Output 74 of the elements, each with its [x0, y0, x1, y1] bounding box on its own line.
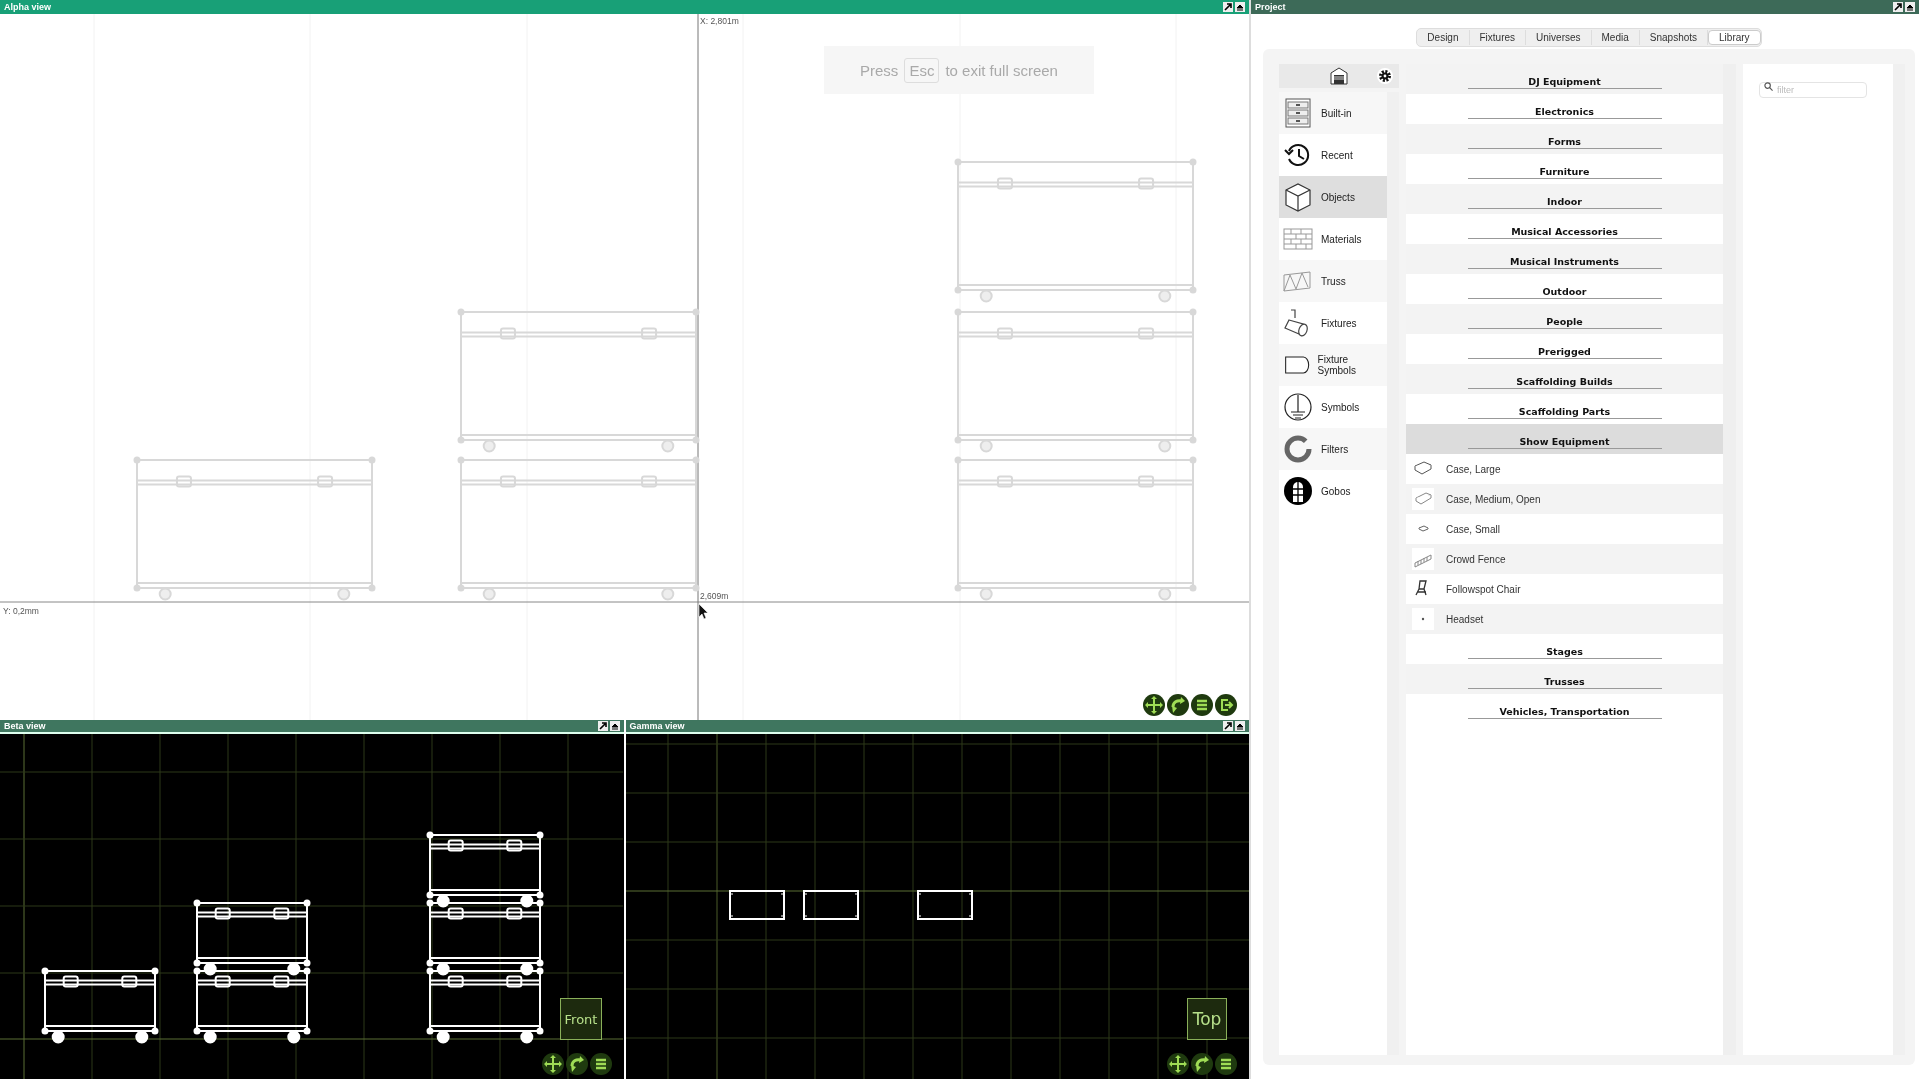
- view-label[interactable]: Top: [1187, 998, 1227, 1040]
- cabinet-icon: [1285, 98, 1311, 128]
- tab[interactable]: Media: [1591, 30, 1640, 45]
- library-group[interactable]: Show Equipment: [1406, 424, 1723, 454]
- menu-button[interactable]: [589, 1053, 612, 1075]
- case-outline-drawing: [728, 890, 785, 920]
- library-group[interactable]: Scaffolding Builds: [1406, 364, 1723, 394]
- window-gobo-icon: [1284, 477, 1312, 505]
- cursor-icon: [698, 603, 709, 620]
- undock-button[interactable]: [1223, 721, 1233, 731]
- fence-icon: [1414, 554, 1432, 568]
- maximize-button[interactable]: [609, 721, 620, 731]
- panel-title: Gamma view: [629, 721, 685, 731]
- y-coordinate-readout: Y: 0,2mm: [3, 606, 39, 616]
- category-item[interactable]: Objects: [1279, 176, 1387, 218]
- tab[interactable]: Library: [1708, 30, 1761, 45]
- esc-key: Esc: [904, 57, 940, 83]
- undock-button[interactable]: [1223, 2, 1233, 12]
- undock-button[interactable]: [597, 721, 608, 731]
- maximize-button[interactable]: [1235, 721, 1245, 731]
- category-item[interactable]: Built-in: [1279, 92, 1387, 134]
- library-group[interactable]: DJ Equipment: [1406, 64, 1723, 94]
- case-icon: [1418, 525, 1429, 532]
- exit-button[interactable]: [1215, 694, 1237, 716]
- dot-icon: [1421, 617, 1425, 621]
- rotate-button[interactable]: [1191, 1053, 1213, 1075]
- ring-icon: [1284, 435, 1312, 463]
- case-outline-drawing: [802, 890, 859, 920]
- library-group[interactable]: Forms: [1406, 124, 1723, 154]
- warehouse-icon[interactable]: [1330, 67, 1348, 85]
- maximize-button[interactable]: [1905, 2, 1915, 12]
- panel-title: Beta view: [4, 721, 46, 731]
- chair-icon: [1415, 580, 1427, 596]
- library-item[interactable]: Case, Medium, Open: [1406, 484, 1723, 514]
- library-item[interactable]: Headset: [1406, 604, 1723, 634]
- library-group[interactable]: People: [1406, 304, 1723, 334]
- hint-text: to exit full screen: [945, 61, 1058, 79]
- library-item[interactable]: Crowd Fence: [1406, 544, 1723, 574]
- category-item[interactable]: Fixture Symbols: [1279, 344, 1387, 386]
- rotate-button[interactable]: [1167, 694, 1189, 716]
- menu-button[interactable]: [1191, 694, 1213, 716]
- category-item[interactable]: Truss: [1279, 260, 1387, 302]
- library-group[interactable]: Indoor: [1406, 184, 1723, 214]
- view-label[interactable]: Front: [560, 998, 602, 1040]
- panel-title: Alpha view: [4, 2, 51, 12]
- height-readout: 2,609m: [700, 591, 729, 601]
- category-item[interactable]: Filters: [1279, 428, 1387, 470]
- filter-field[interactable]: filter: [1759, 82, 1867, 98]
- history-icon: [1284, 144, 1310, 166]
- ground-symbol-icon: [1284, 393, 1312, 421]
- case-icon: [1414, 461, 1432, 475]
- move-button[interactable]: [1143, 694, 1165, 716]
- x-coordinate-readout: X: 2,801m: [700, 16, 739, 26]
- undock-button[interactable]: [1893, 2, 1903, 12]
- move-button[interactable]: [541, 1053, 564, 1075]
- settings-icon[interactable]: [1377, 68, 1393, 84]
- tab[interactable]: Fixtures: [1469, 30, 1527, 45]
- case-outline-drawing: [916, 890, 973, 920]
- tab[interactable]: Universes: [1526, 30, 1592, 45]
- search-icon: [1764, 82, 1773, 91]
- library-group[interactable]: Musical Instruments: [1406, 244, 1723, 274]
- cube-icon: [1285, 183, 1311, 212]
- rotate-button[interactable]: [565, 1053, 588, 1075]
- maximize-button[interactable]: [1235, 2, 1245, 12]
- library-group[interactable]: Trusses: [1406, 664, 1723, 694]
- panel-title: Project: [1255, 2, 1286, 12]
- move-button[interactable]: [1167, 1053, 1189, 1075]
- spotlight-icon: [1284, 309, 1308, 337]
- brick-wall-icon: [1283, 228, 1313, 250]
- tab[interactable]: Design: [1417, 30, 1470, 45]
- case-icon: [1415, 492, 1432, 505]
- truss-icon: [1283, 271, 1311, 292]
- hint-text: Press: [860, 61, 899, 79]
- menu-button[interactable]: [1215, 1053, 1237, 1075]
